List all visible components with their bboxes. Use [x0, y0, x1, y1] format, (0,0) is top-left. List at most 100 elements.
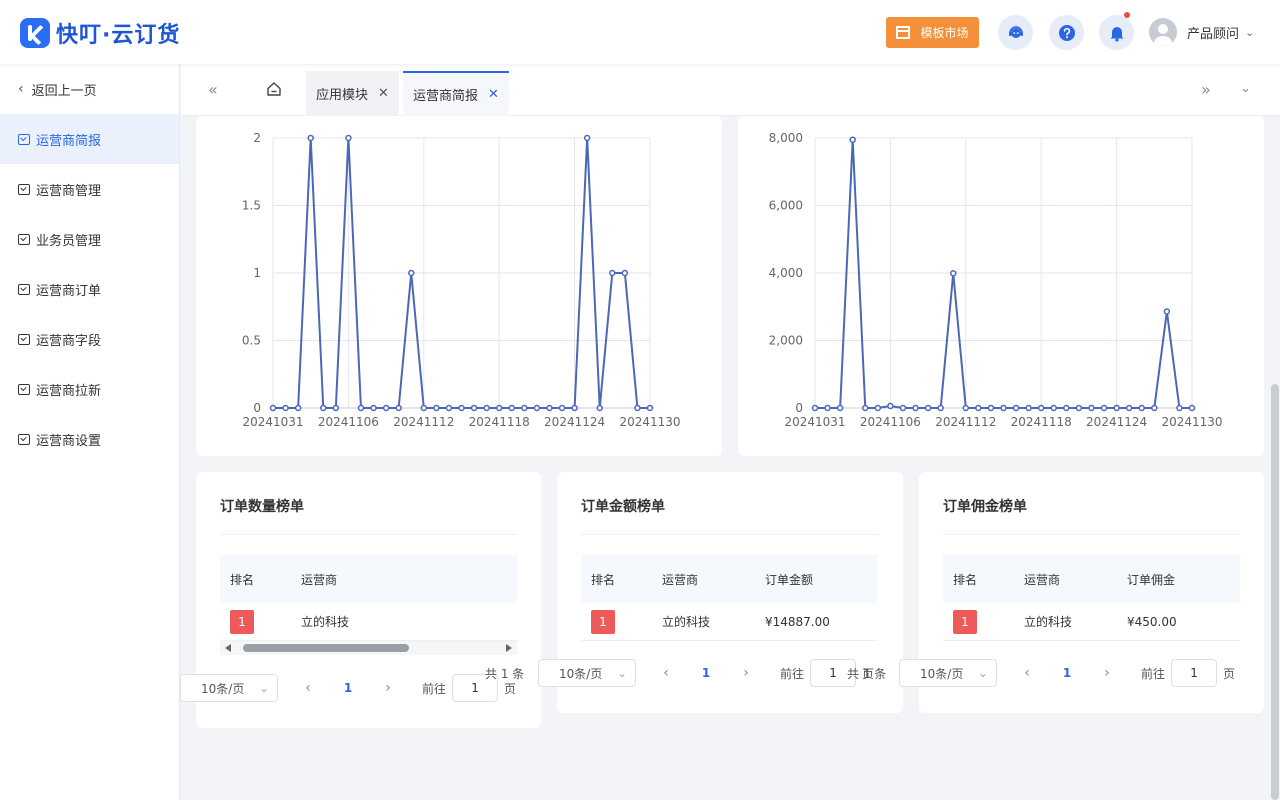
customer-service-button[interactable]: [998, 15, 1033, 50]
current-page[interactable]: 1: [328, 681, 368, 695]
back-button[interactable]: ‹ 返回上一页: [0, 64, 179, 114]
rank-cell: 1: [943, 609, 1014, 634]
data-point: [345, 134, 352, 142]
template-market-button[interactable]: 模板市场: [886, 17, 979, 48]
sidebar-item-label: 业务员管理: [36, 233, 102, 249]
column-header-rank: 排名: [591, 572, 616, 587]
x-tick-label: 20241124: [544, 415, 605, 429]
data-point: [533, 404, 541, 412]
vertical-scrollbar[interactable]: [1271, 384, 1279, 800]
bell-icon: [1110, 26, 1123, 42]
data-point: [1037, 404, 1045, 412]
ranking-table: 排名 运营商 订单佣金 1 立的科技 ¥450.00: [943, 555, 1240, 641]
page-size-select[interactable]: 10条/页 ⌄: [899, 659, 997, 687]
x-tick-label: 20241130: [619, 415, 680, 429]
x-tick-label: 20241031: [784, 415, 845, 429]
sidebar-item-operator-report[interactable]: 运营商简报: [0, 114, 179, 164]
next-page-button[interactable]: ›: [726, 665, 766, 681]
app-logo-icon: [20, 18, 50, 48]
data-point: [320, 404, 327, 412]
mail-check-icon: [18, 283, 30, 295]
data-point: [862, 404, 869, 412]
sidebar-item-operator-acquisition[interactable]: 运营商拉新: [0, 364, 179, 414]
x-tick-label: 20241031: [242, 415, 303, 429]
data-point: [558, 404, 566, 412]
column-header-amount: 订单金额: [765, 572, 814, 587]
current-page[interactable]: 1: [686, 666, 726, 680]
goto-page-input[interactable]: 1: [1171, 659, 1218, 687]
y-tick-label: 1.5: [242, 199, 261, 213]
column-header-commission: 订单佣金: [1127, 572, 1176, 587]
user-name: 产品顾问: [1187, 26, 1240, 42]
data-point: [962, 404, 970, 412]
page-suffix: 页: [504, 681, 517, 696]
data-point: [1113, 404, 1120, 412]
y-tick-label: 6,000: [769, 199, 803, 213]
data-point: [395, 404, 402, 412]
prev-page-button[interactable]: ‹: [288, 680, 328, 696]
y-tick-label: 8,000: [769, 131, 803, 145]
data-point: [370, 404, 377, 412]
next-page-button[interactable]: ›: [368, 680, 408, 696]
data-point: [282, 404, 289, 412]
ranking-title: 订单佣金榜单: [943, 499, 1027, 515]
data-point: [495, 404, 503, 412]
sidebar-item-label: 运营商订单: [36, 283, 102, 299]
page-size-value: 10条/页: [920, 666, 964, 681]
x-tick-label: 20241130: [1161, 415, 1222, 429]
rank-cell: 1: [581, 609, 652, 634]
notification-button[interactable]: [1099, 12, 1134, 50]
prev-page-button[interactable]: ‹: [646, 665, 686, 681]
sidebar-item-operator-settings[interactable]: 运营商设置: [0, 414, 179, 464]
home-icon[interactable]: [266, 81, 282, 97]
sidebar-item-salesman-management[interactable]: 业务员管理: [0, 214, 179, 264]
table-header: 排名 运营商: [220, 555, 517, 603]
data-point: [1163, 308, 1171, 315]
data-point: [508, 404, 516, 412]
data-point: [874, 404, 882, 412]
sidebar-item-operator-orders[interactable]: 运营商订单: [0, 264, 179, 314]
double-chevron-right-icon[interactable]: »: [1201, 80, 1211, 99]
page-size-value: 10条/页: [201, 681, 245, 696]
data-point: [294, 404, 302, 412]
data-point: [1138, 404, 1145, 412]
current-page[interactable]: 1: [1047, 666, 1087, 680]
sidebar-item-label: 运营商设置: [36, 433, 102, 449]
y-tick-label: 0: [795, 401, 803, 415]
user-menu[interactable]: 产品顾问 ⌄: [1149, 18, 1254, 46]
double-chevron-left-icon[interactable]: «: [208, 80, 218, 99]
help-icon: [1058, 24, 1075, 41]
goto-label: 前往: [1141, 666, 1166, 681]
mail-check-icon: [18, 233, 30, 245]
help-button[interactable]: [1049, 15, 1084, 50]
mail-check-icon: [18, 383, 30, 395]
page-size-select[interactable]: 10条/页 ⌄: [180, 674, 278, 702]
data-point: [1025, 404, 1032, 412]
data-point: [1012, 404, 1020, 412]
sidebar-item-operator-management[interactable]: 运营商管理: [0, 164, 179, 214]
prev-page-button[interactable]: ‹: [1007, 665, 1047, 681]
data-point: [571, 404, 578, 412]
data-point: [382, 404, 390, 412]
chart-card-order-amount: 0 2,000 4,000 6,000 8,000 20241031 20241106 202…: [738, 116, 1264, 456]
data-point: [634, 404, 641, 412]
data-point: [912, 404, 919, 412]
tab-operator-report[interactable]: 运营商简报 ✕: [403, 71, 509, 116]
chevron-down-icon[interactable]: ⌄: [1240, 81, 1251, 96]
tab-label: 应用模块: [316, 88, 369, 103]
horizontal-scrollbar[interactable]: [220, 641, 517, 655]
sidebar-item-operator-fields[interactable]: 运营商字段: [0, 314, 179, 364]
ranking-card-order-commission: 订单佣金榜单 排名 运营商 订单佣金 1 立的科技 ¥450.00 共 1 条 …: [847, 472, 1264, 713]
chevron-down-icon: ⌄: [1245, 25, 1255, 39]
data-point: [849, 136, 856, 143]
total-count: 共 1 条: [485, 667, 525, 681]
close-icon[interactable]: ✕: [378, 86, 389, 101]
app-logo[interactable]: 快叮·云订货: [20, 17, 180, 49]
close-icon[interactable]: ✕: [488, 87, 499, 102]
tab-app-modules[interactable]: 应用模块 ✕: [306, 71, 399, 116]
page-size-select[interactable]: 10条/页 ⌄: [538, 659, 636, 687]
next-page-button[interactable]: ›: [1087, 665, 1127, 681]
x-tick-label: 20241106: [318, 415, 379, 429]
rank-cell: 1: [220, 609, 291, 634]
data-point: [924, 404, 932, 412]
